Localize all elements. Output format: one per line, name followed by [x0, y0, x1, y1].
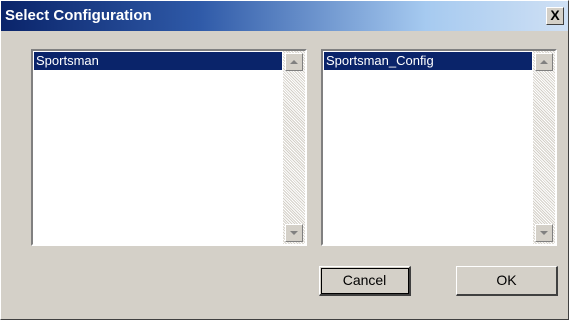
list-item-sportsman-config[interactable]: Sportsman_Config — [324, 52, 532, 70]
title-bar[interactable]: Select Configuration X — [1, 1, 568, 31]
scroll-up-button[interactable] — [535, 53, 553, 71]
scroll-down-button[interactable] — [285, 224, 303, 242]
list-content: Sportsman — [33, 51, 283, 244]
close-icon: X — [550, 7, 560, 23]
configuration-list-left[interactable]: Sportsman — [31, 49, 307, 246]
list-content: Sportsman_Config — [323, 51, 533, 244]
scroll-up-button[interactable] — [285, 53, 303, 71]
vertical-scrollbar[interactable] — [533, 51, 555, 244]
window-title: Select Configuration — [5, 7, 152, 24]
close-button[interactable]: X — [546, 7, 564, 25]
scroll-down-arrow-icon — [290, 231, 298, 235]
scroll-down-button[interactable] — [535, 224, 553, 242]
scroll-up-arrow-icon — [290, 60, 298, 64]
cancel-button[interactable]: Cancel — [319, 266, 411, 296]
list-item-sportsman[interactable]: Sportsman — [34, 52, 282, 70]
configuration-list-right[interactable]: Sportsman_Config — [321, 49, 557, 246]
scroll-up-arrow-icon — [540, 60, 548, 64]
ok-button[interactable]: OK — [456, 266, 558, 296]
vertical-scrollbar[interactable] — [283, 51, 305, 244]
select-configuration-dialog: Select Configuration X Sportsman Sportsm… — [0, 0, 569, 320]
scroll-down-arrow-icon — [540, 231, 548, 235]
